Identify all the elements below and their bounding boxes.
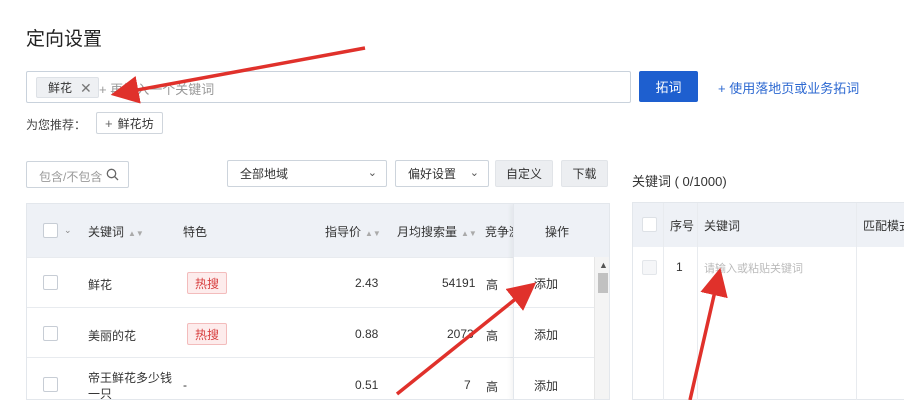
add-keyword-button[interactable]: 添加 xyxy=(534,377,558,394)
header-keyword-label: 关键词 xyxy=(88,225,125,239)
hot-badge: 热搜 xyxy=(187,272,228,294)
row-price: 2.43 xyxy=(355,276,379,290)
header-selected-keyword: 关键词 xyxy=(704,219,741,233)
chevron-down-icon: ⌄ xyxy=(367,167,377,179)
selected-table-header: 序号 关键词 匹配模式 xyxy=(633,203,904,247)
plus-icon: + xyxy=(105,115,113,131)
selected-keywords-title: 关键词 ( 0/1000) xyxy=(632,174,727,189)
recommend-chip[interactable]: + 鲜花坊 xyxy=(96,112,163,134)
preference-select-value: 偏好设置 xyxy=(408,167,457,181)
include-exclude-input[interactable]: 包含/不包含 xyxy=(26,161,129,188)
custom-button[interactable]: 自定义 xyxy=(495,160,553,187)
row-price: 0.51 xyxy=(355,378,379,392)
row-volume: 54191 xyxy=(442,276,476,290)
recommend-label: 为您推荐： xyxy=(26,118,87,132)
row-feature: - xyxy=(183,378,187,392)
region-select-value: 全部地域 xyxy=(240,167,289,181)
chevron-down-icon[interactable]: ⌄ xyxy=(64,225,72,236)
header-match-mode: 匹配模式 xyxy=(863,219,904,233)
preference-select[interactable]: 偏好设置 ⌄ xyxy=(395,160,489,187)
keyword-tag: 鲜花 ✕ xyxy=(36,77,99,98)
row-keyword: 美丽的花 xyxy=(88,329,137,343)
header-keyword[interactable]: 关键词 ▲▼ xyxy=(88,223,144,240)
header-competition: 竞争激 xyxy=(485,225,513,239)
selected-keywords-table: 序号 关键词 匹配模式 1 请输入或粘贴关键词 xyxy=(632,202,904,400)
row-volume: 7 xyxy=(464,378,471,392)
region-select[interactable]: 全部地域 ⌄ xyxy=(227,160,387,187)
row-checkbox[interactable] xyxy=(43,377,58,392)
expand-keywords-button[interactable]: 拓词 xyxy=(639,71,698,102)
selected-row-index: 1 xyxy=(676,260,683,274)
keyword-input-box[interactable]: 鲜花 ✕ + 再输入一个关键词 xyxy=(26,71,631,103)
row-keyword-line2: 一只 xyxy=(88,387,113,400)
row-volume: 2073 xyxy=(447,327,474,341)
row-checkbox[interactable] xyxy=(43,326,58,341)
selected-keyword-input[interactable]: 请输入或粘贴关键词 xyxy=(704,260,803,276)
header-price-label: 指导价 xyxy=(325,225,362,239)
search-icon[interactable] xyxy=(106,168,119,184)
scroll-thumb[interactable] xyxy=(598,273,608,293)
selected-row-checkbox[interactable] xyxy=(642,260,657,275)
download-button[interactable]: 下载 xyxy=(561,160,608,187)
keyword-tag-label: 鲜花 xyxy=(48,81,73,95)
row-competition: 高 xyxy=(486,278,499,292)
selected-select-all-checkbox[interactable] xyxy=(642,217,657,232)
header-feature: 特色 xyxy=(183,225,208,239)
add-keyword-button[interactable]: 添加 xyxy=(534,326,558,343)
recommend-chip-label: 鲜花坊 xyxy=(117,116,154,131)
header-price[interactable]: 指导价 ▲▼ xyxy=(325,223,381,240)
header-operation: 操作 xyxy=(545,225,570,239)
row-price: 0.88 xyxy=(355,327,379,341)
operation-column: 操作 添加 添加 添加 xyxy=(513,204,596,399)
sort-icon: ▲▼ xyxy=(461,229,477,238)
header-index: 序号 xyxy=(670,219,695,233)
row-keyword: 鲜花 xyxy=(88,278,113,292)
sort-icon: ▲▼ xyxy=(365,229,381,238)
row-competition: 高 xyxy=(486,329,499,343)
header-search-volume[interactable]: 月均搜索量 ▲▼ xyxy=(397,223,477,240)
row-checkbox[interactable] xyxy=(43,275,58,290)
keyword-table: ⌄ 关键词▲▼ 特色 指导价▲▼ 月均搜索量▲▼ 竞争激 鲜花 热搜 2.43 … xyxy=(26,203,610,400)
include-exclude-placeholder: 包含/不包含 xyxy=(39,170,103,184)
sort-icon: ▲▼ xyxy=(128,229,144,238)
landing-page-expand-link[interactable]: + 使用落地页或业务拓词 xyxy=(718,78,859,97)
close-icon[interactable]: ✕ xyxy=(80,81,92,95)
keyword-input[interactable]: + 再输入一个关键词 xyxy=(99,79,214,98)
hot-badge: 热搜 xyxy=(187,323,228,345)
select-all-checkbox[interactable] xyxy=(43,223,58,238)
row-competition: 高 xyxy=(486,380,499,394)
row-keyword: 帝王鲜花多少钱 xyxy=(88,371,173,385)
add-keyword-button[interactable]: 添加 xyxy=(534,275,558,292)
page-title: 定向设置 xyxy=(26,29,103,50)
table-scrollbar[interactable]: ▲ xyxy=(594,257,609,399)
scroll-up-icon[interactable]: ▲ xyxy=(599,260,608,270)
chevron-down-icon: ⌄ xyxy=(469,167,479,179)
header-search-volume-label: 月均搜索量 xyxy=(397,225,458,239)
